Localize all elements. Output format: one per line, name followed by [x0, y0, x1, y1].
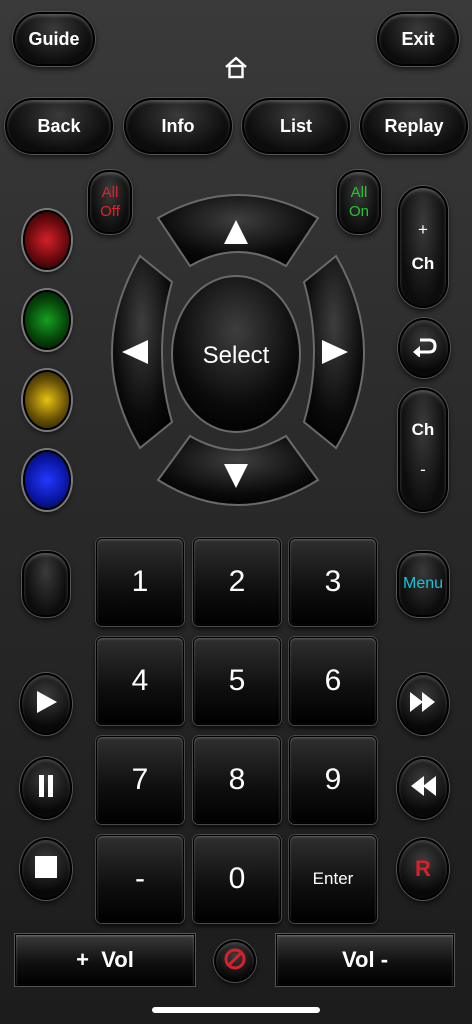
channel-down-label: Ch — [411, 420, 435, 439]
menu-button[interactable]: Menu — [397, 551, 449, 617]
key-2[interactable]: 2 — [193, 538, 281, 626]
fast-forward-button[interactable] — [397, 673, 449, 735]
rewind-button[interactable] — [397, 757, 449, 819]
key-0-label: 0 — [228, 862, 246, 895]
pause-button[interactable] — [20, 757, 72, 819]
play-icon — [33, 689, 59, 720]
key-2-label: 2 — [228, 565, 246, 598]
menu-label: Menu — [402, 575, 444, 592]
key-enter[interactable]: Enter — [289, 835, 377, 923]
replay-label: Replay — [384, 115, 444, 136]
info-button[interactable]: Info — [124, 98, 232, 154]
home-indicator — [152, 1007, 320, 1013]
replay-button[interactable]: Replay — [360, 98, 468, 154]
key-5-label: 5 — [228, 664, 246, 697]
key-4[interactable]: 4 — [96, 637, 184, 725]
channel-down-symbol: - — [420, 460, 426, 479]
guide-label: Guide — [28, 28, 80, 49]
key-9[interactable]: 9 — [289, 736, 377, 824]
mute-button[interactable] — [214, 940, 256, 982]
mute-icon — [223, 947, 247, 976]
key-8-label: 8 — [228, 763, 246, 796]
back-button[interactable]: Back — [5, 98, 113, 154]
exit-label: Exit — [401, 28, 435, 49]
key-7-label: 7 — [131, 763, 149, 796]
blue-button[interactable] — [23, 450, 71, 510]
stop-icon — [34, 855, 58, 884]
fast-forward-icon — [408, 690, 438, 719]
key-1-label: 1 — [131, 565, 149, 598]
play-button[interactable] — [20, 673, 72, 735]
key-enter-label: Enter — [312, 869, 354, 888]
volume-down-button[interactable]: Vol - — [276, 934, 454, 986]
key-3[interactable]: 3 — [289, 538, 377, 626]
key-6[interactable]: 6 — [289, 637, 377, 725]
blank-button[interactable] — [22, 551, 70, 617]
key-6-label: 6 — [324, 664, 342, 697]
return-icon — [411, 335, 437, 362]
exit-button[interactable]: Exit — [377, 12, 459, 66]
home-icon[interactable] — [223, 55, 249, 79]
select-button[interactable] — [171, 275, 301, 433]
list-label: List — [279, 115, 312, 136]
dpad: Select — [100, 186, 376, 520]
channel-down-button[interactable]: Ch - — [398, 388, 448, 512]
green-button[interactable] — [23, 290, 71, 350]
list-button[interactable]: List — [242, 98, 350, 154]
return-button[interactable] — [398, 318, 450, 378]
volume-up-label: + Vol — [76, 947, 134, 972]
key-dash-label: - — [135, 862, 145, 895]
key-9-label: 9 — [324, 763, 342, 796]
stop-button[interactable] — [20, 838, 72, 900]
key-1[interactable]: 1 — [96, 538, 184, 626]
red-button[interactable] — [23, 210, 71, 270]
channel-up-label: Ch — [411, 254, 435, 273]
channel-up-button[interactable]: + Ch — [398, 186, 448, 308]
channel-up-symbol: + — [418, 220, 428, 239]
volume-up-button[interactable]: + Vol — [15, 934, 195, 986]
yellow-button[interactable] — [23, 370, 71, 430]
rewind-icon — [408, 774, 438, 803]
pause-icon — [36, 773, 56, 804]
key-4-label: 4 — [131, 664, 149, 697]
guide-button[interactable]: Guide — [13, 12, 95, 66]
key-dash[interactable]: - — [96, 835, 184, 923]
record-label: R — [415, 856, 431, 881]
back-label: Back — [37, 115, 81, 136]
info-label: Info — [161, 115, 195, 136]
key-8[interactable]: 8 — [193, 736, 281, 824]
key-7[interactable]: 7 — [96, 736, 184, 824]
volume-down-label: Vol - — [341, 947, 389, 972]
key-0[interactable]: 0 — [193, 835, 281, 923]
key-5[interactable]: 5 — [193, 637, 281, 725]
key-3-label: 3 — [324, 565, 342, 598]
record-button[interactable]: R — [397, 838, 449, 900]
